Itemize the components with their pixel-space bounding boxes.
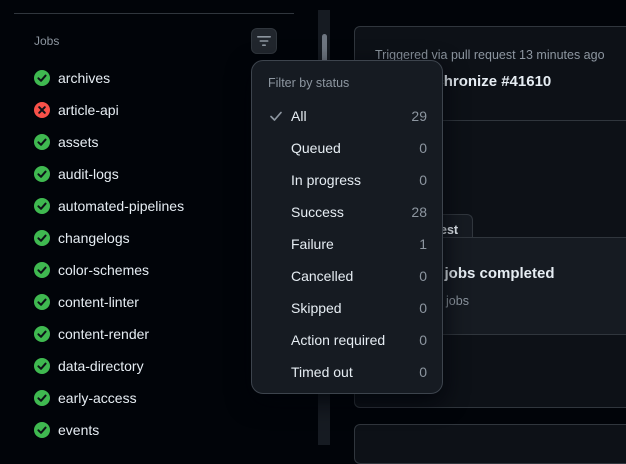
job-label: data-directory [58, 358, 144, 374]
job-item[interactable]: content-linter [34, 292, 139, 312]
filter-option-success[interactable]: Success 28 [252, 196, 442, 228]
job-label: content-render [58, 326, 150, 342]
option-count: 0 [419, 364, 427, 380]
option-count: 0 [419, 172, 427, 188]
filter-status-menu: Filter by status All 29 Queued 0 In prog… [251, 60, 443, 394]
job-label: color-schemes [58, 262, 150, 278]
job-item[interactable]: changelogs [34, 228, 130, 248]
job-item[interactable]: early-access [34, 388, 137, 408]
option-count: 0 [419, 300, 427, 316]
filter-button[interactable] [251, 28, 277, 54]
job-item[interactable]: automated-pipelines [34, 196, 184, 216]
option-label: Success [291, 204, 344, 220]
filter-option-all[interactable]: All 29 [252, 100, 442, 132]
job-label: events [58, 422, 100, 438]
job-label: early-access [58, 390, 137, 406]
menu-header: Filter by status [268, 76, 350, 90]
job-item[interactable]: archives [34, 68, 110, 88]
divider [14, 13, 294, 14]
x-circle-icon [34, 102, 50, 118]
check-circle-icon [34, 390, 50, 406]
option-count: 0 [419, 140, 427, 156]
job-label: automated-pipelines [58, 198, 185, 214]
secondary-card [354, 424, 626, 464]
option-count: 1 [419, 236, 427, 252]
check-circle-icon [34, 198, 50, 214]
job-item[interactable]: audit-logs [34, 164, 119, 184]
option-label: Skipped [291, 300, 342, 316]
option-label: Failure [291, 236, 334, 252]
option-count: 29 [411, 108, 427, 124]
check-circle-icon [34, 70, 50, 86]
job-item[interactable]: color-schemes [34, 260, 149, 280]
check-circle-icon [34, 422, 50, 438]
job-item[interactable]: assets [34, 132, 98, 152]
job-label: audit-logs [58, 166, 119, 182]
job-label: archives [58, 70, 111, 86]
job-item[interactable]: data-directory [34, 356, 144, 376]
filter-option-action-required[interactable]: Action required 0 [252, 324, 442, 356]
job-label: article-api [58, 102, 119, 118]
filter-option-queued[interactable]: Queued 0 [252, 132, 442, 164]
option-label: Queued [291, 140, 341, 156]
job-item[interactable]: content-render [34, 324, 149, 344]
check-circle-icon [34, 262, 50, 278]
filter-option-cancelled[interactable]: Cancelled 0 [252, 260, 442, 292]
filter-option-timed-out[interactable]: Timed out 0 [252, 356, 442, 388]
option-count: 0 [419, 332, 427, 348]
option-count: 0 [419, 268, 427, 284]
jobs-completed-title: 0 jobs completed [432, 265, 555, 282]
filter-option-skipped[interactable]: Skipped 0 [252, 292, 442, 324]
check-icon [270, 111, 282, 121]
job-label: assets [58, 134, 99, 150]
option-count: 28 [411, 204, 427, 220]
job-label: changelogs [58, 230, 130, 246]
check-circle-icon [34, 294, 50, 310]
filter-option-failure[interactable]: Failure 1 [252, 228, 442, 260]
jobs-heading: Jobs [34, 34, 60, 48]
option-label: Timed out [291, 364, 353, 380]
check-circle-icon [34, 358, 50, 374]
check-circle-icon [34, 134, 50, 150]
option-label: Cancelled [291, 268, 354, 284]
filter-icon [257, 36, 271, 46]
check-circle-icon [34, 326, 50, 342]
job-item[interactable]: events [34, 420, 99, 440]
filter-option-in-progress[interactable]: In progress 0 [252, 164, 442, 196]
job-label: content-linter [58, 294, 139, 310]
option-label: All [291, 108, 307, 124]
option-label: In progress [291, 172, 362, 188]
option-label: Action required [291, 332, 386, 348]
job-item[interactable]: article-api [34, 100, 119, 120]
check-circle-icon [34, 166, 50, 182]
check-circle-icon [34, 230, 50, 246]
